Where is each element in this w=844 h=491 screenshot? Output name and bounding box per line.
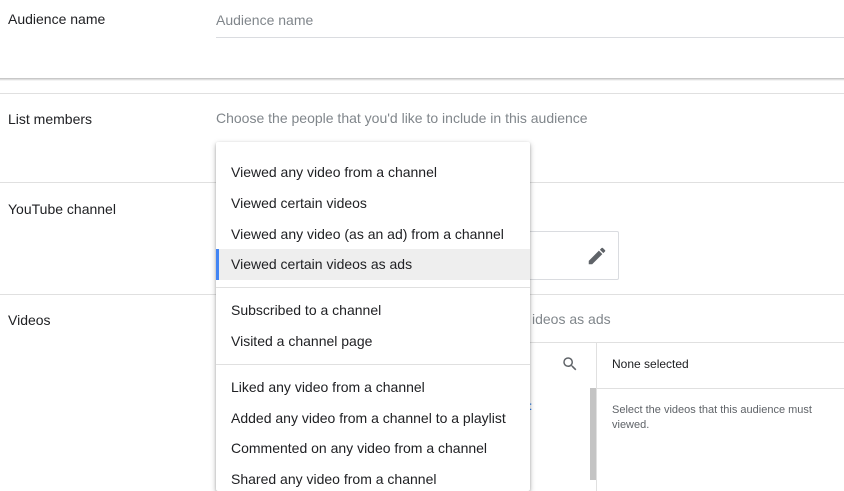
video-picker-list[interactable]: :	[520, 342, 596, 491]
menu-item-liked-video[interactable]: Liked any video from a channel	[216, 372, 530, 403]
menu-item-viewed-any-video[interactable]: Viewed any video from a channel	[216, 157, 530, 188]
videos-selection-text: ideos as ads	[532, 311, 611, 327]
menu-item-commented[interactable]: Commented on any video from a channel	[216, 433, 530, 464]
audience-name-placeholder: Audience name	[216, 12, 314, 28]
search-icon[interactable]	[561, 355, 579, 373]
menu-item-shared[interactable]: Shared any video from a channel	[216, 464, 530, 491]
audience-name-label: Audience name	[8, 11, 106, 27]
videos-label: Videos	[8, 312, 51, 328]
selected-videos-title: None selected	[612, 357, 689, 371]
selected-videos-panel: None selected Select the videos that thi…	[596, 342, 844, 491]
list-members-hint: Choose the people that you'd like to inc…	[216, 110, 588, 126]
pencil-icon[interactable]	[586, 245, 608, 267]
menu-item-viewed-any-video-as-ad[interactable]: Viewed any video (as an ad) from a chann…	[216, 219, 530, 250]
menu-item-added-to-playlist[interactable]: Added any video from a channel to a play…	[216, 403, 530, 434]
audience-name-input[interactable]: Audience name	[216, 9, 844, 38]
menu-item-subscribed[interactable]: Subscribed to a channel	[216, 295, 530, 326]
selected-videos-divider	[597, 388, 844, 389]
menu-item-visited-channel-page[interactable]: Visited a channel page	[216, 326, 530, 357]
youtube-channel-label: YouTube channel	[8, 201, 116, 217]
menu-separator	[216, 364, 530, 365]
list-members-label: List members	[8, 111, 93, 127]
menu-item-viewed-certain-videos[interactable]: Viewed certain videos	[216, 188, 530, 219]
section-divider	[0, 93, 844, 94]
youtube-channel-input[interactable]	[520, 231, 619, 280]
menu-separator	[216, 287, 530, 288]
menu-item-viewed-certain-videos-as-ads[interactable]: Viewed certain videos as ads	[216, 249, 530, 280]
list-members-dropdown[interactable]: Viewed any video from a channel Viewed c…	[216, 142, 530, 491]
selected-videos-helper: Select the videos that this audience mus…	[612, 404, 812, 431]
section-divider-shadow	[0, 78, 844, 81]
